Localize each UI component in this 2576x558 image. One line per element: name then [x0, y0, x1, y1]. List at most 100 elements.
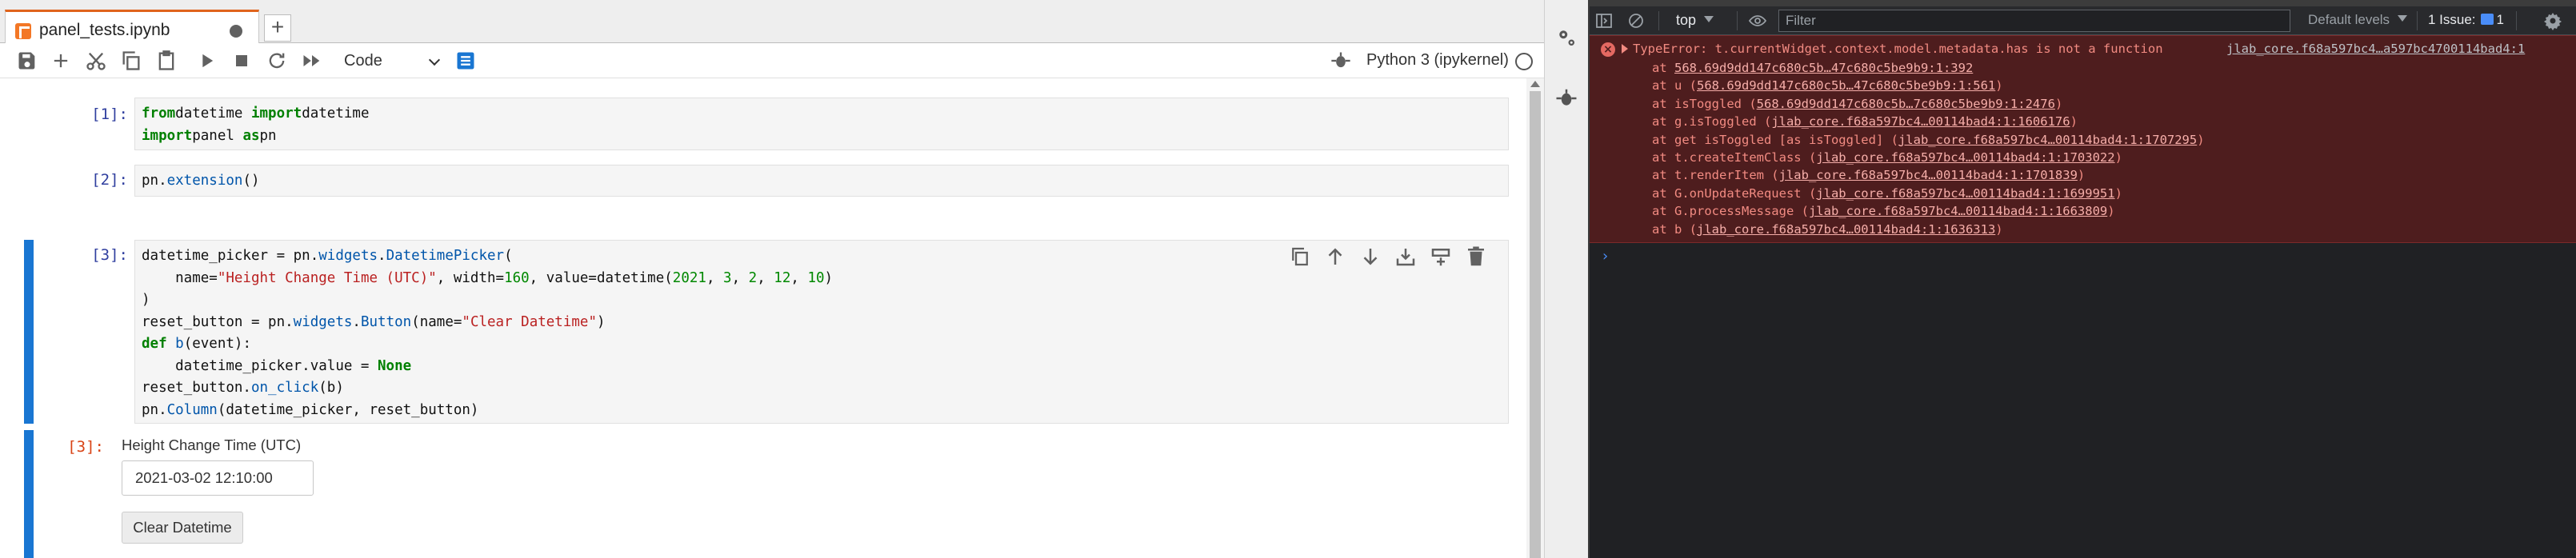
insert-below-icon[interactable]	[1429, 245, 1453, 269]
tab-notebook[interactable]: panel_tests.ipynb	[5, 10, 259, 44]
code-token: )	[142, 292, 150, 308]
stack-frame-function: at u (	[1652, 78, 1697, 94]
copy-icon[interactable]	[120, 50, 142, 72]
datetime-picker-input[interactable]: 2021-03-02 12:10:00	[122, 460, 314, 496]
error-source-link[interactable]: jlab_core.f68a597bc4…a597bc4700114bad4:1	[2226, 42, 2525, 56]
levels-value: Default levels	[2308, 12, 2390, 27]
code-token: pn.	[142, 401, 167, 418]
stack-frame: at 568.69d9dd147c680c5b…47c680c5be9b9:1:…	[1652, 59, 2205, 77]
stack-frame: at get isToggled [as isToggled] (jlab_co…	[1652, 131, 2205, 149]
code-token: , width=	[436, 269, 505, 286]
stack-frame-link[interactable]: jlab_core.f68a597bc4…00114bad4:1:1703022	[1816, 150, 2114, 165]
paste-icon[interactable]	[155, 50, 178, 72]
console-filter-input[interactable]: Filter	[1778, 10, 2290, 32]
stack-frame-tail: )	[2054, 96, 2063, 111]
chevron-down-icon	[2398, 15, 2408, 22]
stack-frame-tail: )	[2197, 132, 2205, 147]
console-toolbar: top Filter Default levels 1 Issue: 1	[1590, 6, 2576, 35]
code-token: 3	[723, 269, 732, 286]
stack-frame-link[interactable]: jlab_core.f68a597bc4…00114bad4:1:1663809	[1809, 204, 2107, 218]
cell-prompt: [3]:	[91, 246, 128, 264]
code-token: widgets	[318, 248, 378, 264]
unsaved-dot-icon[interactable]	[230, 25, 242, 38]
output-cell-marker	[24, 430, 34, 558]
cell-toolbar	[1288, 245, 1496, 269]
code-token: DatetimePicker	[386, 248, 505, 264]
code-token: (name=	[411, 313, 462, 330]
code-token: datetime_picker = pn.	[142, 248, 319, 264]
stack-frame-link[interactable]: 568.69d9dd147c680c5b…47c680c5be9b9:1:561	[1697, 78, 1995, 93]
stack-frame-function: at g.isToggled (	[1652, 114, 1772, 130]
code-cell-3[interactable]: [3]: datetime_picker = pn.widgets.Dateti…	[24, 240, 1509, 424]
delete-icon[interactable]	[1464, 245, 1488, 269]
cell-type-select[interactable]: Code	[341, 48, 442, 74]
output-prompt: [3]:	[67, 438, 104, 456]
add-icon[interactable]	[50, 50, 72, 72]
debugger-bug-icon[interactable]	[1330, 50, 1352, 72]
stack-frame-link[interactable]: jlab_core.f68a597bc4…00114bad4:1:1701839	[1779, 168, 2078, 182]
code-token: import	[142, 127, 193, 144]
stack-frame-tail: )	[1995, 221, 2003, 237]
move-up-icon[interactable]	[1323, 245, 1347, 269]
code-token: datetime	[302, 106, 370, 122]
stop-icon[interactable]	[230, 50, 253, 72]
expand-caret-icon[interactable]	[1622, 44, 1628, 54]
stack-frame-link[interactable]: jlab_core.f68a597bc4…00114bad4:1:1636313	[1697, 222, 1995, 237]
issues-count: 1	[2496, 12, 2505, 27]
stack-frame: at t.renderItem (jlab_core.f68a597bc4…00…	[1652, 166, 2205, 184]
console-prompt[interactable]: ›	[1601, 248, 1610, 265]
cut-icon[interactable]	[85, 50, 107, 72]
notebook-scrollbar[interactable]	[1526, 78, 1544, 558]
scrollbar-thumb[interactable]	[1530, 91, 1541, 558]
code-token: datetime_picker.value =	[142, 357, 378, 374]
eye-icon[interactable]	[1746, 11, 1769, 30]
save-icon[interactable]	[16, 50, 38, 72]
toolbar-divider	[1658, 11, 1659, 30]
stack-frame-link[interactable]: jlab_core.f68a597bc4…00114bad4:1:1606176	[1771, 114, 2070, 129]
move-down-icon[interactable]	[1358, 245, 1382, 269]
stack-frame-function: at G.onUpdateRequest (	[1652, 185, 1817, 201]
log-levels-dropdown[interactable]: Default levels	[2308, 12, 2408, 28]
property-inspector-icon[interactable]	[454, 50, 477, 72]
toolbar-divider	[1737, 11, 1738, 30]
stack-frame-link[interactable]: jlab_core.f68a597bc4…00114bad4:1:1699951	[1816, 186, 2114, 201]
chevron-down-icon	[1704, 16, 1714, 22]
bug-icon[interactable]	[1554, 86, 1578, 110]
toolbar-divider	[2516, 11, 2517, 30]
stack-frame-link[interactable]: jlab_core.f68a597bc4…00114bad4:1:1707295	[1898, 133, 2197, 147]
add-tab-button[interactable]: +	[264, 14, 291, 42]
code-token: 2	[748, 269, 758, 286]
notebook-icon	[15, 23, 31, 39]
code-token: widgets	[293, 313, 353, 330]
code-token: b	[166, 336, 184, 352]
code-cell-2[interactable]: [2]: pn.extension()	[24, 165, 1509, 197]
code-token: as	[242, 127, 260, 144]
kernel-name[interactable]: Python 3 (ipykernel)	[1366, 51, 1509, 70]
code-token: pn	[259, 127, 277, 144]
code-token: .	[352, 313, 361, 330]
issues-counter[interactable]: 1 Issue: 1	[2428, 12, 2504, 28]
scroll-up-arrow-icon[interactable]	[1530, 81, 1540, 87]
stack-frame-link[interactable]: 568.69d9dd147c680c5b…7c680c5be9b9:1:2476	[1757, 97, 2055, 111]
clear-console-icon[interactable]	[1626, 11, 1646, 30]
settings-icon[interactable]	[2543, 11, 2562, 30]
clear-datetime-button[interactable]: Clear Datetime	[122, 512, 243, 544]
code-token: "Height Change Time (UTC)"	[217, 269, 437, 286]
dock-icon[interactable]	[1594, 11, 1614, 30]
run-icon[interactable]	[195, 50, 218, 72]
gear-icon[interactable]	[1554, 26, 1578, 50]
code-token: on_click	[250, 380, 319, 396]
code-cell-1[interactable]: [1]: fromdatetime importdatetime importp…	[24, 98, 1509, 150]
code-token: panel	[192, 127, 243, 144]
cell-editor[interactable]: pn.extension()	[134, 165, 1509, 197]
stack-frame-tail: )	[2107, 204, 2115, 219]
restart-icon[interactable]	[266, 50, 288, 72]
code-token: 10	[807, 269, 825, 286]
console-error-message[interactable]: × TypeError: t.currentWidget.context.mod…	[1590, 35, 2576, 243]
fast-forward-icon[interactable]	[301, 50, 323, 72]
duplicate-icon[interactable]	[1288, 245, 1312, 269]
insert-above-icon[interactable]	[1394, 245, 1418, 269]
cell-editor[interactable]: fromdatetime importdatetime importpanel …	[134, 98, 1509, 150]
context-selector[interactable]: top	[1676, 12, 1714, 29]
stack-frame-link[interactable]: 568.69d9dd147c680c5b…47c680c5be9b9:1:392	[1674, 61, 1973, 75]
